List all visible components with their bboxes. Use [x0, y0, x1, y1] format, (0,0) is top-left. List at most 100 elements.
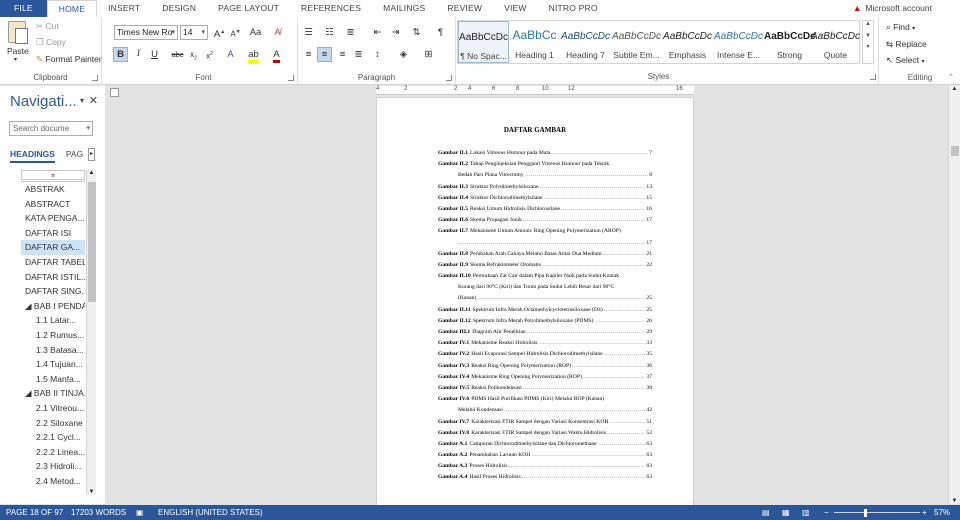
increase-indent-icon[interactable]: ⇥ — [388, 25, 403, 40]
figure-entry[interactable]: Gambar II.12 Spektrum Infra Merah Polydim… — [438, 316, 652, 327]
subscript-button[interactable]: x2 — [186, 47, 201, 62]
style-no-spacing[interactable]: AaBbCcDc ¶ No Spac... — [458, 21, 509, 63]
chevron-down-icon[interactable]: ▾ — [86, 122, 90, 135]
highlight-icon[interactable]: ab — [246, 47, 261, 63]
font-name-combo[interactable]: Times New Ro ▾ — [114, 25, 178, 40]
document-scroll-thumb[interactable] — [951, 146, 959, 156]
chevron-up-icon[interactable]: ▲ — [949, 86, 960, 92]
nav-heading-item[interactable]: 1.2 Rumus... — [21, 328, 85, 343]
align-center-icon[interactable]: ≡ — [317, 47, 332, 62]
horizontal-ruler[interactable]: 4 2 2 4 6 8 10 12 16 — [376, 86, 694, 95]
justify-icon[interactable]: ≣ — [351, 47, 366, 62]
style-emphasis[interactable]: AaBbCcDc Emphasis — [662, 21, 713, 63]
figure-entry[interactable]: Gambar IV.6 PDMS Hasil Purifikasi PDMS (K… — [438, 394, 652, 405]
nav-heading-item[interactable]: DAFTAR GA... — [21, 240, 85, 255]
figure-entry[interactable]: Gambar II.6 Skema Propagasi Ionik........… — [438, 215, 652, 226]
figure-entry[interactable]: Gambar II.4 Struktur Dichlorodimethylsila… — [438, 193, 652, 204]
tab-page-layout[interactable]: PAGE LAYOUT — [207, 0, 290, 17]
ruler-toggle[interactable] — [110, 88, 119, 97]
document-page[interactable]: DAFTAR GAMBAR Gambar II.1 Lokasi Vitreous… — [376, 97, 694, 507]
figure-entry[interactable]: Gambar II.10 Permukaan Zat Cair dalam Pip… — [438, 271, 652, 282]
close-icon[interactable]: ✕ — [89, 94, 98, 107]
nav-heading-item[interactable]: 1.4 Tujuan... — [21, 357, 85, 372]
tab-view[interactable]: VIEW — [493, 0, 538, 17]
nav-heading-item[interactable]: 2.1 Vitreou... — [21, 401, 85, 416]
figure-entry[interactable]: Kurang dari 90°C (Kiri) dan Turun pada S… — [438, 282, 652, 293]
page-count[interactable]: PAGE 18 OF 97 — [6, 505, 63, 520]
bold-button[interactable]: B — [113, 47, 128, 62]
tab-headings[interactable]: HEADINGS — [10, 149, 55, 163]
figure-entry[interactable]: Gambar A.3 Proses Hidrolisis.............… — [438, 461, 652, 472]
figure-entry[interactable]: Gambar III.1 Diagram Alir Penelitian.....… — [438, 327, 652, 338]
figure-entry[interactable]: Gambar II.1 Lokasi Vitreous Humour pada M… — [438, 148, 652, 159]
sort-icon[interactable]: ⇅ — [409, 25, 424, 40]
nav-heading-item[interactable]: 2.2 Siloxane — [21, 416, 85, 431]
web-layout-icon[interactable]: ▥ — [802, 505, 810, 520]
italic-button[interactable]: I — [131, 47, 146, 62]
shading-icon[interactable]: ◈ — [396, 47, 411, 62]
chevron-down-icon[interactable]: ▼ — [949, 498, 960, 504]
proofing-icon[interactable]: ▣ — [136, 505, 144, 520]
multilevel-list-icon[interactable]: ≣ — [343, 25, 358, 40]
cut-button[interactable]: ✂ Cut — [36, 21, 59, 32]
paragraph-launcher-icon[interactable] — [446, 75, 452, 81]
styles-launcher-icon[interactable] — [870, 74, 876, 80]
figure-entry[interactable]: Gambar II.11 Spektrum Infra Merah Octamet… — [438, 305, 652, 316]
read-mode-icon[interactable]: ▤ — [762, 505, 770, 520]
more-icon[interactable]: ▾ — [863, 43, 873, 50]
clipboard-launcher-icon[interactable] — [92, 75, 98, 81]
grow-font-button[interactable]: A▲ — [212, 25, 227, 40]
select-button[interactable]: ↖ Select ▾ — [886, 55, 925, 66]
align-left-icon[interactable]: ≡ — [301, 47, 316, 62]
nav-heading-item[interactable]: KATA PENGA... — [21, 211, 85, 226]
search-input[interactable]: Search docume ▾ — [9, 121, 93, 136]
underline-button[interactable]: U — [147, 47, 162, 62]
zoom-out-icon[interactable]: − — [824, 505, 829, 520]
decrease-indent-icon[interactable]: ⇤ — [370, 25, 385, 40]
figure-entry[interactable]: Gambar IV.4 Mekanisme Ring Opening Polyme… — [438, 372, 652, 383]
figure-entry[interactable]: Gambar A.2 Penambahan Larutan KOH........… — [438, 450, 652, 461]
language-indicator[interactable]: ENGLISH (UNITED STATES) — [158, 505, 263, 520]
chevron-up-icon[interactable]: ▲ — [87, 170, 96, 176]
borders-icon[interactable]: ⊞ — [421, 47, 436, 62]
nav-heading-item[interactable]: ABSTRACT — [21, 197, 85, 212]
nav-heading-item[interactable]: ABSTRAK — [21, 182, 85, 197]
word-count[interactable]: 17203 WORDS — [71, 505, 126, 520]
style-heading-7[interactable]: AaBbCcDc Heading 7 — [560, 21, 611, 63]
nav-heading-item[interactable]: 2.4 Metod... — [21, 474, 85, 489]
figure-entry[interactable]: Bedah Pars Plana Vitrectomy.............… — [438, 170, 652, 181]
superscript-button[interactable]: x2 — [202, 47, 217, 62]
tab-insert[interactable]: INSERT — [97, 0, 151, 17]
tab-design[interactable]: DESIGN — [151, 0, 207, 17]
figure-entry[interactable]: (Kanan).................................… — [438, 293, 652, 304]
zoom-slider-track[interactable] — [834, 512, 920, 513]
zoom-in-icon[interactable]: + — [922, 505, 927, 520]
figure-entry[interactable]: Gambar IV.7 Karakterisasi FTIR Sampel den… — [438, 417, 652, 428]
chevron-down-icon[interactable]: ▾ — [80, 96, 84, 105]
figure-entry[interactable]: Gambar IV.1 Mekanisme Reaksi Hidrolisis..… — [438, 338, 652, 349]
format-painter-button[interactable]: ✎ Format Painter — [36, 54, 102, 65]
figure-entry[interactable]: Gambar II.5 Reaksi Umum Hidrolisis Dichlo… — [438, 204, 652, 215]
nav-heading-item[interactable]: ◢ BAB I PENDA... — [21, 299, 85, 314]
nav-heading-item[interactable]: 1.1 Latar... — [21, 313, 85, 328]
nav-heading-item[interactable]: 1.3 Batasa... — [21, 343, 85, 358]
replace-button[interactable]: ⇆ Replace — [886, 39, 927, 50]
chevron-down-icon[interactable]: ▼ — [863, 33, 873, 39]
figure-entry[interactable]: Gambar II.3 Struktur Polydimethylsiloxane… — [438, 182, 652, 193]
nav-heading-item[interactable]: DAFTAR SING... — [21, 284, 85, 299]
nav-heading-item[interactable]: 2.2.2 Linea... — [21, 445, 85, 460]
find-button[interactable]: ⌕ Find ▾ — [886, 22, 915, 33]
zoom-slider-thumb[interactable] — [864, 509, 867, 517]
nav-heading-item[interactable]: ◢ BAB II TINJA... — [21, 386, 85, 401]
nav-heading-item[interactable]: 1.5 Manfa... — [21, 372, 85, 387]
pilcrow-icon[interactable]: ¶ — [433, 25, 448, 40]
nav-heading-item[interactable]: 2.3 Hidroli... — [21, 459, 85, 474]
nav-heading-item[interactable]: 2.2.1 Cycl... — [21, 430, 85, 445]
figure-entry[interactable]: Gambar II.8 Perubahan Arah Cahaya Melalui… — [438, 249, 652, 260]
tab-nitro-pro[interactable]: NITRO PRO — [538, 0, 609, 17]
numbering-icon[interactable]: ☷ — [322, 25, 337, 40]
tab-pages[interactable]: PAG — [66, 149, 83, 163]
style-heading-1[interactable]: AaBbCc Heading 1 — [509, 21, 560, 63]
align-right-icon[interactable]: ≡ — [335, 47, 350, 62]
document-scrollbar[interactable]: ▲ ▼ — [948, 86, 960, 504]
